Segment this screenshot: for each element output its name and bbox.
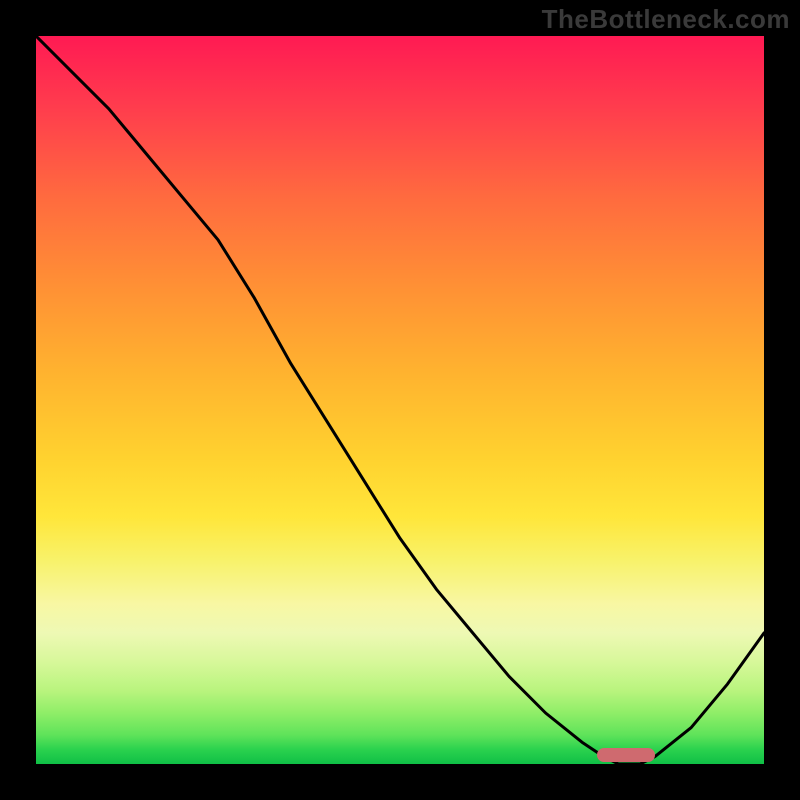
watermark-text: TheBottleneck.com — [542, 4, 790, 35]
plot-area — [36, 36, 764, 764]
chart-frame: TheBottleneck.com — [0, 0, 800, 800]
optimal-range-marker — [597, 748, 655, 762]
gradient-background — [36, 36, 764, 764]
